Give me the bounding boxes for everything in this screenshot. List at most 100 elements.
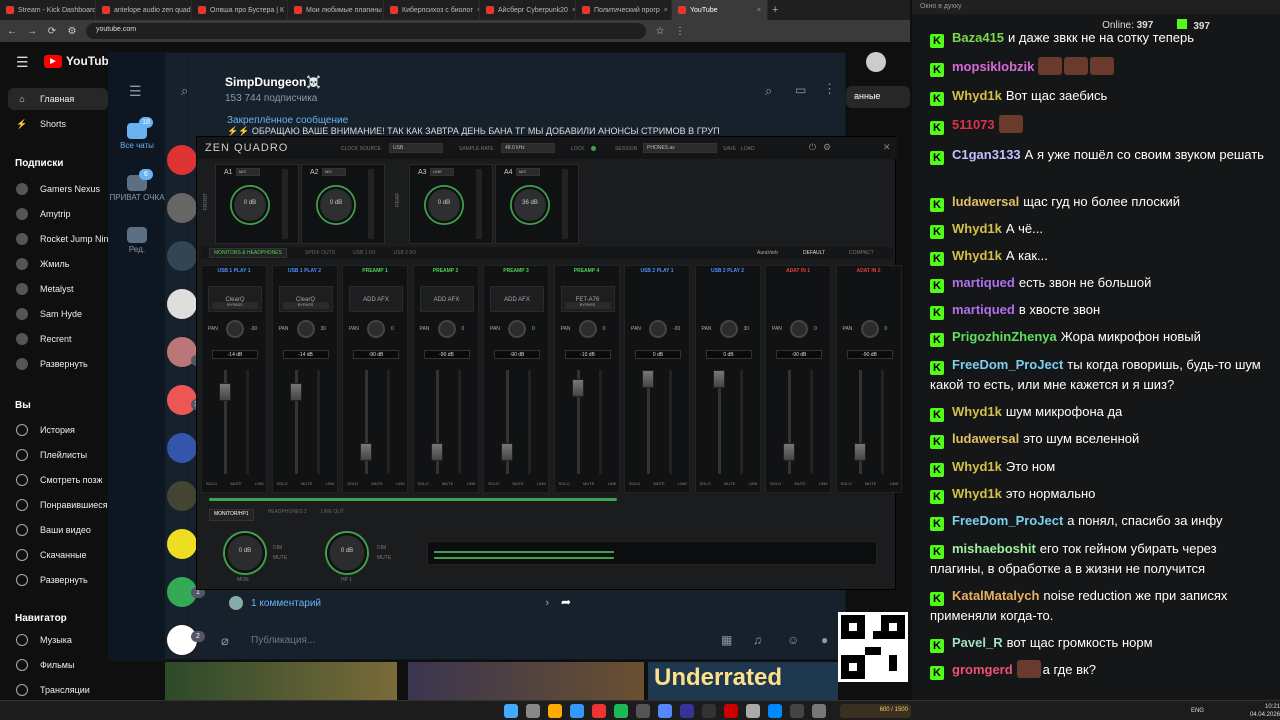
compact-view-button[interactable]: COMPACT — [849, 250, 874, 256]
browser-tab[interactable]: Мои любимые плагины× — [288, 0, 384, 20]
close-icon[interactable]: × — [664, 7, 668, 14]
mute-button[interactable]: MUTE — [583, 481, 594, 486]
fader-handle[interactable] — [642, 370, 654, 388]
taskbar-app-icon[interactable] — [746, 703, 760, 718]
emoji-icon[interactable]: ☺ — [787, 633, 799, 647]
sidebar-item[interactable]: Музыка — [8, 629, 108, 651]
effects-slot[interactable]: ADD AFX — [490, 286, 544, 312]
fader-handle[interactable] — [360, 443, 372, 462]
bypass-button[interactable]: BYPASS — [564, 302, 611, 309]
chat-username[interactable]: FreeDom_ProJect — [952, 357, 1063, 372]
taskbar-app-icon[interactable] — [724, 703, 738, 718]
sidebar-item[interactable]: Rocket Jump Nin — [8, 228, 108, 250]
chat-avatar[interactable] — [167, 193, 197, 223]
input-type-select[interactable]: MIC — [516, 168, 540, 176]
input-type-select[interactable]: LINE — [430, 168, 454, 176]
fader-handle[interactable] — [853, 443, 866, 462]
chat-username[interactable]: mopsiklobzik — [952, 59, 1034, 74]
chat-username[interactable]: FreeDom_ProJect — [952, 513, 1063, 528]
fader-handle[interactable] — [571, 378, 584, 397]
new-tab-icon[interactable]: + — [772, 4, 778, 16]
link-button[interactable]: LINK — [890, 481, 899, 486]
dim-label[interactable]: DIM — [377, 545, 386, 551]
taskbar-app-icon[interactable] — [768, 703, 782, 718]
close-icon[interactable]: ✕ — [883, 142, 891, 153]
game-progress[interactable]: 600 / 1500 — [840, 703, 911, 718]
taskbar-app-icon[interactable] — [790, 703, 804, 718]
folder-tab[interactable]: Все чаты 18 — [109, 117, 165, 150]
solo-button[interactable]: SOLO — [629, 481, 640, 486]
forward-icon[interactable]: → — [26, 26, 38, 37]
solo-button[interactable]: SOLO — [347, 481, 358, 486]
sidebar-item[interactable]: История — [8, 419, 108, 441]
pan-knob[interactable] — [578, 320, 597, 338]
chat-username[interactable]: PrigozhinZhenya — [952, 329, 1057, 344]
folder-tab[interactable]: ПРИВАТ ОЧКА 6 — [109, 169, 165, 202]
extensions-icon[interactable]: ⋮ — [674, 26, 686, 37]
youtube-logo[interactable]: ▶ YouTube — [44, 54, 116, 68]
pan-knob[interactable] — [508, 320, 526, 338]
input-type-select[interactable]: MIC — [322, 168, 346, 176]
pan-knob[interactable] — [367, 320, 385, 338]
solo-button[interactable]: SOLO — [277, 481, 288, 486]
sidebar-item[interactable]: Жмиль — [8, 253, 108, 275]
load-button[interactable]: LOAD — [741, 146, 755, 152]
chat-username[interactable]: Whyd1k — [952, 221, 1002, 236]
chat-avatar[interactable] — [167, 145, 197, 175]
bypass-button[interactable]: BYPASS — [282, 302, 329, 309]
mute-button[interactable]: MUTE — [794, 481, 805, 486]
pan-knob[interactable] — [790, 320, 808, 338]
pan-knob[interactable] — [226, 320, 244, 338]
solo-button[interactable]: SOLO — [700, 481, 711, 486]
mute-button[interactable]: MUTE — [371, 481, 382, 486]
sidebar-item[interactable]: Скачанные — [8, 544, 108, 566]
pan-knob[interactable] — [296, 320, 315, 338]
browser-tab[interactable]: antelope audio zen quad× — [96, 0, 192, 20]
output-tab[interactable]: MONITOR/HP1 — [209, 509, 254, 521]
video-thumbnail-title[interactable]: Underrated — [648, 662, 838, 700]
rate-select[interactable]: 48.0 kHz — [501, 143, 555, 153]
power-icon[interactable]: ⏻ — [809, 142, 816, 153]
share-icon[interactable]: ➦ — [561, 595, 571, 609]
link-button[interactable]: LINK — [537, 481, 546, 486]
gain-knob[interactable]: 36 dB — [510, 185, 550, 225]
reload-icon[interactable]: ⟳ — [46, 26, 58, 37]
solo-button[interactable]: SOLO — [559, 481, 570, 486]
mute-button[interactable]: MUTE — [724, 481, 735, 486]
chat-username[interactable]: Baza415 — [952, 30, 1004, 45]
taskbar-app-icon[interactable] — [658, 703, 672, 718]
link-button[interactable]: LINK — [819, 481, 828, 486]
link-button[interactable]: LINK — [326, 481, 335, 486]
mute-button[interactable]: MUTE — [230, 481, 241, 486]
chat-avatar[interactable] — [167, 529, 197, 559]
search-icon[interactable]: ⌕ — [765, 83, 772, 99]
mute-button[interactable]: MUTE — [653, 481, 664, 486]
browser-tab[interactable]: Stream - Kick Dashboard× — [0, 0, 96, 20]
save-button[interactable]: SAVE — [723, 146, 736, 152]
mute-label[interactable]: MUTE — [377, 555, 391, 561]
fader-handle[interactable] — [430, 443, 443, 462]
link-button[interactable]: LINK — [749, 481, 758, 486]
browser-tab[interactable]: Политический прогр × — [576, 0, 672, 20]
url-field[interactable]: youtube.com — [86, 23, 646, 39]
chat-username[interactable]: C1gan3133 — [952, 147, 1021, 162]
language-indicator[interactable]: ENG — [1191, 708, 1204, 714]
link-button[interactable]: LINK — [467, 481, 476, 486]
compose-input[interactable]: Публикация... — [251, 635, 315, 646]
chat-username[interactable]: Whyd1k — [952, 404, 1002, 419]
monitor-knob[interactable]: 0 dB — [223, 531, 267, 575]
sidebar-item[interactable]: Metalyst — [8, 278, 108, 300]
chat-username[interactable]: 511073 — [952, 117, 995, 132]
sidebar-item[interactable]: Ваши видео — [8, 519, 108, 541]
bookmark-icon[interactable]: ☆ — [654, 26, 666, 37]
chat-username[interactable]: Pavel_R — [952, 635, 1003, 650]
channel-title[interactable]: SimpDungeon☠️ — [225, 75, 321, 89]
taskbar-app-icon[interactable] — [702, 703, 716, 718]
taskbar-app-icon[interactable] — [592, 703, 606, 718]
menu-icon[interactable]: ☰ — [16, 54, 29, 71]
you-heading[interactable]: Вы — [15, 400, 31, 411]
fader-handle[interactable] — [289, 382, 302, 401]
effects-slot[interactable]: ADD AFX — [419, 286, 474, 312]
mixer-tab[interactable]: MONITORS & HEADPHONES — [209, 248, 287, 258]
solo-button[interactable]: SOLO — [206, 481, 217, 486]
